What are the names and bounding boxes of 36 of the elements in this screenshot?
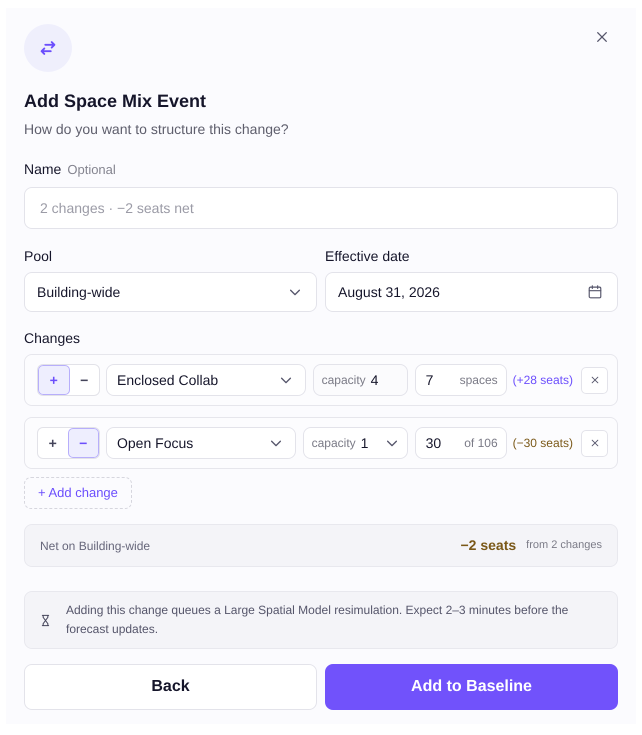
remove-row-button[interactable]: [581, 430, 608, 456]
back-button[interactable]: Back: [24, 664, 317, 710]
hourglass-icon: [40, 612, 51, 628]
add-toggle[interactable]: +: [38, 365, 70, 395]
space-type-select[interactable]: Enclosed Collab: [106, 364, 306, 396]
net-label: Net on Building-wide: [40, 538, 150, 554]
calendar-icon[interactable]: [587, 284, 603, 300]
capacity-select[interactable]: capacity 1: [302, 427, 408, 459]
net-seats: −2 seats: [460, 535, 516, 556]
close-icon[interactable]: [590, 376, 598, 384]
optional-hint: Optional: [67, 161, 116, 179]
date-field[interactable]: August 31, 2026: [325, 272, 618, 312]
dialog-title: Add Space Mix Event: [24, 90, 208, 113]
remove-row-button[interactable]: [581, 366, 608, 394]
count-field[interactable]: 7 spaces: [414, 364, 507, 396]
remove-toggle[interactable]: −: [68, 428, 99, 458]
name-field[interactable]: 2 changes · −2 seats net: [24, 187, 618, 229]
capacity-field[interactable]: capacity 4: [312, 364, 408, 396]
space-type-select[interactable]: Open Focus: [106, 427, 296, 459]
info-text: Adding this change queues a Large Spatial Model resimulation. Expect 2–3 minutes before the forecast updates.: [66, 602, 570, 638]
date-label: Effective date: [325, 247, 411, 266]
pool-label: Pool: [24, 247, 54, 266]
changes-label: Changes: [24, 329, 82, 348]
pool-select[interactable]: Building-wide: [24, 272, 317, 312]
add-change-button[interactable]: + Add change: [24, 477, 132, 509]
count-field[interactable]: 30 of 106: [414, 427, 507, 459]
swap-arrows-icon: [24, 24, 72, 72]
add-toggle[interactable]: +: [38, 428, 68, 458]
dialog-subtitle: How do you want to structure this change?: [24, 120, 290, 139]
seat-delta: (−30 seats): [512, 435, 573, 452]
net-source: from 2 changes: [526, 538, 602, 554]
close-icon[interactable]: [590, 439, 598, 447]
name-label: Name: [24, 160, 62, 179]
seat-delta: (+28 seats): [512, 372, 573, 389]
add-to-baseline-button[interactable]: Add to Baseline: [325, 664, 618, 710]
remove-toggle[interactable]: −: [70, 365, 99, 395]
